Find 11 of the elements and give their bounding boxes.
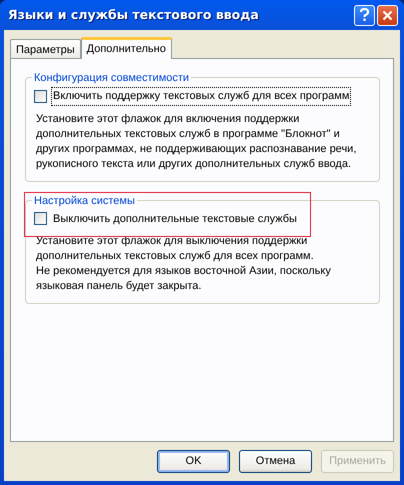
dialog-button[interactable]: Отмена — [239, 450, 312, 473]
tab[interactable]: Параметры — [10, 39, 81, 58]
window-title: Языки и службы текстового ввода — [8, 6, 260, 24]
checkbox-label[interactable]: Выключить дополнительные текстовые службы — [51, 210, 299, 228]
dialog-button[interactable]: OK — [157, 450, 230, 473]
group-title: Настройка системы — [32, 192, 137, 209]
tab[interactable]: Дополнительно — [80, 37, 172, 59]
group-title: Конфигурация совместимости — [32, 70, 192, 86]
checkbox-label[interactable]: Включить поддержку текстовых служб для всех программ — [51, 87, 352, 106]
description-text: Установите этот флажок для выключения поддержки дополнительных текстовых служб для всех программ. Не рекомендуется для языков восточной Азии, поскольку языковая панель будет закрыта. — [36, 234, 332, 294]
description-text: Установите этот флажок для включения поддержки дополнительных текстовых служб в программе "Блокнот" и других программах, не поддерживающих распознавание речи, рукописного текста или других дополнительных служб ввода. — [36, 112, 358, 172]
